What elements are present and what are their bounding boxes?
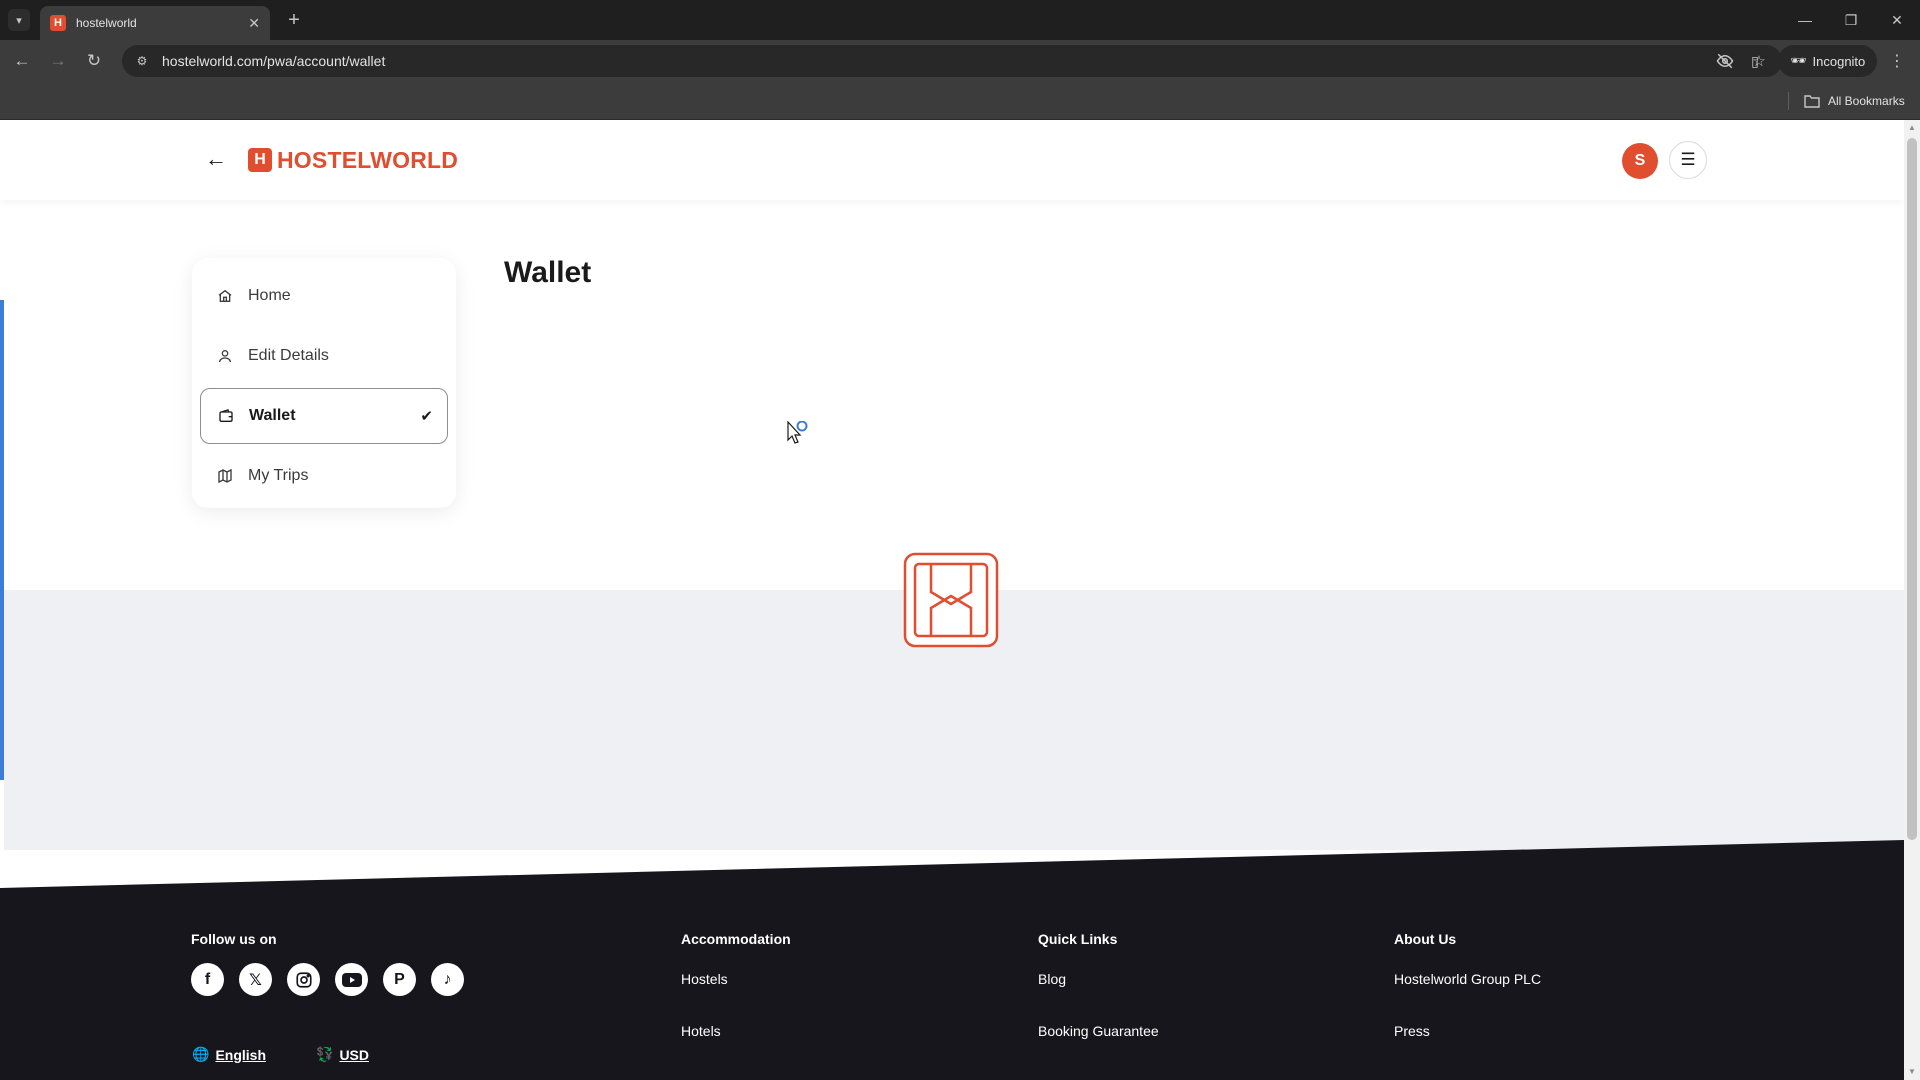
globe-icon: 🌐 xyxy=(192,1046,210,1062)
incognito-label: Incognito xyxy=(1812,53,1866,69)
map-icon xyxy=(216,467,234,485)
address-bar[interactable]: ⚙ hostelworld.com/pwa/account/wallet ☆ xyxy=(122,45,1782,77)
all-bookmarks-button[interactable]: All Bookmarks xyxy=(1804,90,1905,112)
sidebar-item-label: My Trips xyxy=(248,467,309,484)
back-icon[interactable]: ← xyxy=(10,49,34,73)
bookmarks-bar: All Bookmarks xyxy=(0,82,1920,120)
footer-link-blog[interactable]: Blog xyxy=(1038,971,1066,987)
scrollbar-thumb[interactable] xyxy=(1907,138,1917,840)
reload-icon[interactable]: ↻ xyxy=(82,49,106,73)
site-info-icon[interactable]: ⚙ xyxy=(132,51,152,71)
tiktok-icon[interactable]: ♪ xyxy=(431,963,464,996)
folder-icon xyxy=(1804,95,1820,108)
pinterest-icon[interactable]: P xyxy=(383,963,416,996)
sidebar-item-label: Edit Details xyxy=(248,347,329,364)
hostelworld-logo[interactable]: H HOSTELWORLD xyxy=(248,146,459,173)
footer-follow-heading: Follow us on xyxy=(191,931,277,947)
tab-close-icon[interactable]: ✕ xyxy=(248,15,260,32)
language-selector[interactable]: 🌐 English xyxy=(192,1046,266,1063)
window-controls: — ❐ ✕ xyxy=(1782,0,1920,40)
back-arrow-icon[interactable]: ← xyxy=(204,146,228,171)
x-icon[interactable]: 𝕏 xyxy=(239,963,272,996)
mouse-cursor-icon xyxy=(787,421,808,444)
account-sidebar: Home Edit Details Wallet ✔ My Trips xyxy=(192,258,456,508)
loading-spinner-icon xyxy=(903,552,999,648)
currency-selector[interactable]: 💱 USD xyxy=(316,1046,369,1063)
footer-link-booking-guarantee[interactable]: Booking Guarantee xyxy=(1038,1023,1159,1039)
instagram-icon[interactable] xyxy=(287,963,320,996)
forward-icon[interactable]: → xyxy=(46,49,70,73)
page-scrollbar[interactable]: ▲ ▼ xyxy=(1904,120,1920,1080)
home-icon xyxy=(216,287,234,305)
menu-hamburger-icon[interactable]: ☰ xyxy=(1669,141,1707,179)
sidebar-item-edit-details[interactable]: Edit Details xyxy=(200,328,448,384)
bookmarks-divider xyxy=(1788,92,1789,110)
new-tab-button[interactable]: + xyxy=(282,8,306,32)
user-icon xyxy=(216,347,234,365)
site-footer xyxy=(0,840,1904,1080)
url-text[interactable]: hostelworld.com/pwa/account/wallet xyxy=(162,53,1714,69)
language-label: English xyxy=(215,1046,266,1063)
footer-link-hostels[interactable]: Hostels xyxy=(681,971,728,987)
sidebar-item-wallet[interactable]: Wallet ✔ xyxy=(200,388,448,444)
incognito-icon: 🕶 xyxy=(1790,53,1807,68)
youtube-icon[interactable] xyxy=(335,963,368,996)
page-viewport: ← H HOSTELWORLD S ☰ Home Edit Details Wa… xyxy=(0,120,1904,1080)
footer-link-hotels[interactable]: Hotels xyxy=(681,1023,721,1039)
wallet-icon xyxy=(217,407,235,425)
sidebar-item-my-trips[interactable]: My Trips xyxy=(200,448,448,504)
sidebar-item-home[interactable]: Home xyxy=(200,268,448,324)
currency-icon: 💱 xyxy=(316,1046,334,1062)
tab-title: hostelworld xyxy=(76,16,137,30)
browser-toolbar: ← → ↻ ⚙ hostelworld.com/pwa/account/wall… xyxy=(0,40,1920,82)
currency-label: USD xyxy=(339,1046,369,1063)
browser-menu-icon[interactable]: ⋮ xyxy=(1886,50,1908,72)
facebook-icon[interactable]: f xyxy=(191,963,224,996)
hostelworld-favicon-icon: H xyxy=(50,15,66,31)
checkmark-icon: ✔ xyxy=(420,408,433,425)
social-links: f 𝕏 P ♪ xyxy=(191,963,464,996)
eye-off-icon[interactable] xyxy=(1714,50,1736,72)
all-bookmarks-label: All Bookmarks xyxy=(1828,94,1905,108)
logo-mark-icon: H xyxy=(248,148,272,172)
sidebar-item-label: Home xyxy=(248,287,291,304)
logo-text: HOSTELWORLD xyxy=(277,146,459,173)
site-header: ← H HOSTELWORLD S ☰ xyxy=(0,120,1904,200)
footer-link-press[interactable]: Press xyxy=(1394,1023,1430,1039)
page-title: Wallet xyxy=(504,256,592,289)
side-panel-icon[interactable]: ▯ xyxy=(1744,50,1766,72)
browser-tab-bar: ▾ H hostelworld ✕ + — ❐ ✕ xyxy=(0,0,1920,40)
avatar[interactable]: S xyxy=(1622,143,1658,179)
restore-icon[interactable]: ❐ xyxy=(1828,0,1874,40)
footer-quick-links-heading: Quick Links xyxy=(1038,931,1118,947)
scroll-up-icon[interactable]: ▲ xyxy=(1907,123,1917,133)
close-window-icon[interactable]: ✕ xyxy=(1874,0,1920,40)
tab-search-button[interactable]: ▾ xyxy=(8,9,30,31)
footer-about-heading: About Us xyxy=(1394,931,1457,947)
browser-tab[interactable]: H hostelworld ✕ xyxy=(40,6,270,40)
minimize-icon[interactable]: — xyxy=(1782,0,1828,40)
incognito-badge[interactable]: 🕶 Incognito xyxy=(1778,45,1878,77)
scroll-down-icon[interactable]: ▼ xyxy=(1907,1067,1917,1077)
sidebar-item-label: Wallet xyxy=(249,407,296,424)
footer-accommodation-heading: Accommodation xyxy=(681,931,791,947)
footer-link-group-plc[interactable]: Hostelworld Group PLC xyxy=(1394,971,1541,987)
